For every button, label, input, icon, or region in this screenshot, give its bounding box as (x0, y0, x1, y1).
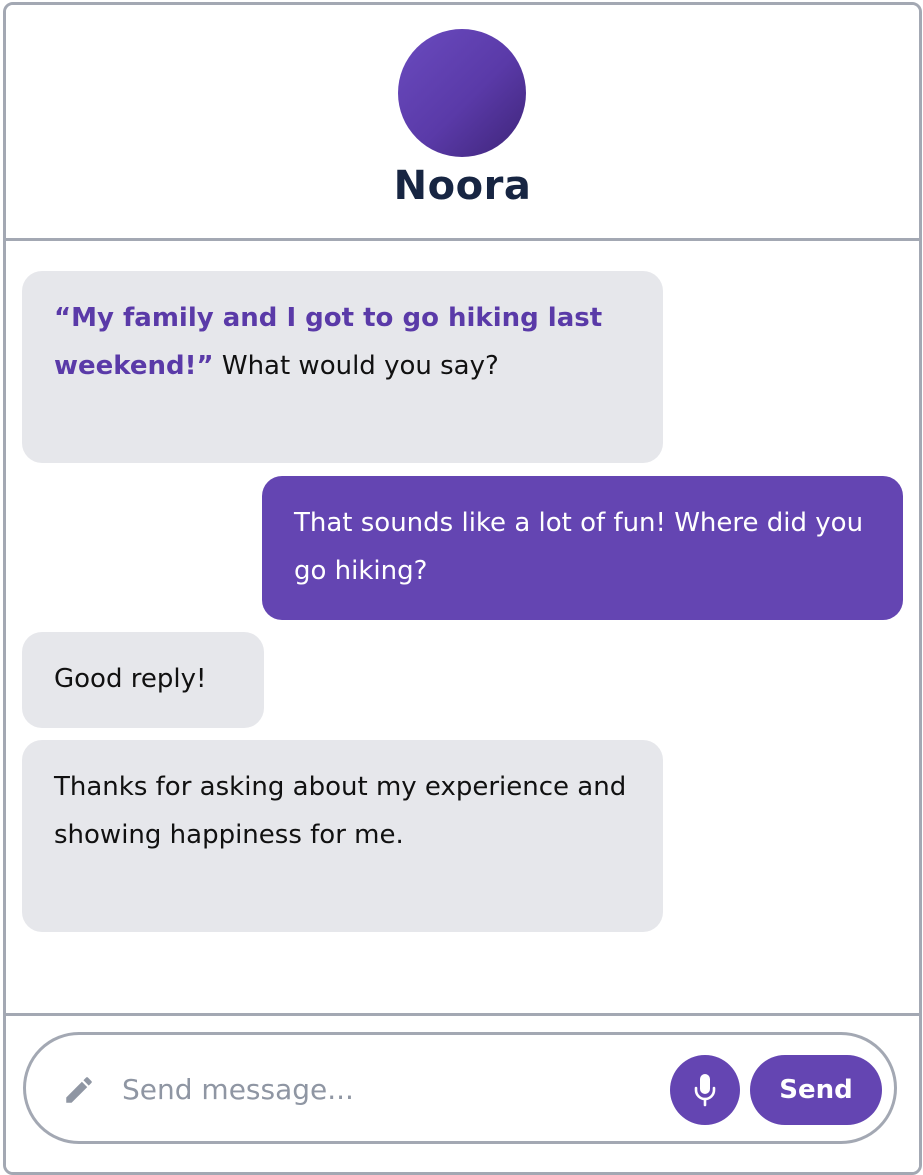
message-text: That sounds like a lot of fun! Where did… (294, 508, 864, 586)
composer-bar: Send (6, 1013, 919, 1172)
contact-name: Noora (393, 163, 532, 209)
pencil-icon (62, 1073, 96, 1107)
chat-header: Noora (6, 5, 919, 241)
message-bubble-contact: Good reply! (22, 632, 264, 728)
message-bubble-contact: “My family and I got to go hiking last w… (22, 271, 663, 463)
microphone-button[interactable] (670, 1055, 740, 1125)
message-bubble-user: That sounds like a lot of fun! Where did… (262, 476, 903, 620)
avatar (398, 29, 526, 157)
message-text: Good reply! (54, 664, 207, 694)
message-input-container[interactable]: Send (23, 1032, 897, 1144)
chat-window: Noora “My family and I got to go hiking … (3, 2, 922, 1175)
message-list[interactable]: “My family and I got to go hiking last w… (6, 241, 919, 1013)
message-input[interactable] (122, 1063, 652, 1115)
message-text: What would you say? (213, 351, 499, 381)
message-bubble-contact: Thanks for asking about my experience an… (22, 740, 663, 932)
send-button[interactable]: Send (750, 1055, 882, 1125)
message-text: Thanks for asking about my experience an… (54, 772, 627, 850)
